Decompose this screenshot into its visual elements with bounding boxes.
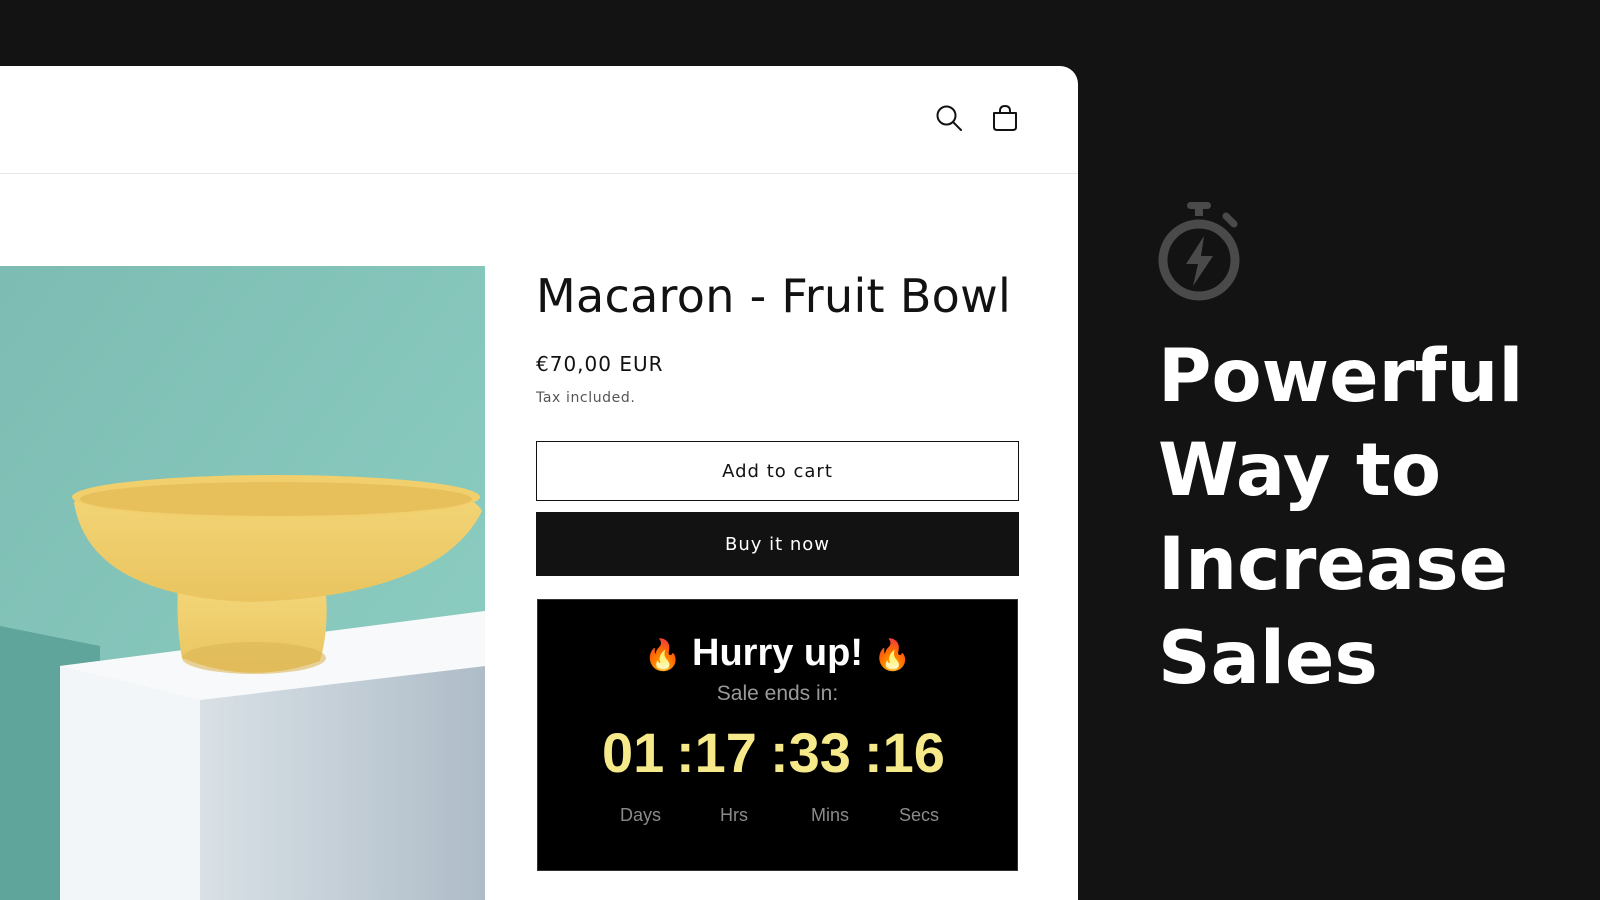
add-to-cart-button[interactable]: Add to cart (536, 441, 1019, 501)
countdown-label-days: Days (620, 805, 662, 825)
countdown-label-seconds: Secs (899, 805, 940, 825)
fire-icon: 🔥 (873, 638, 911, 673)
store-header (0, 66, 1078, 174)
product-image (0, 266, 485, 900)
countdown-subheading: Sale ends in: (716, 682, 839, 705)
countdown-heading: Hurry up! (692, 632, 863, 674)
countdown-minutes: :33 (770, 721, 851, 784)
promo-headline-line-1: Powerful (1158, 334, 1524, 419)
store-window: Macaron - Fruit Bowl €70,00 EUR Tax incl… (0, 66, 1078, 900)
stopwatch-lightning-icon (1156, 200, 1242, 302)
product-title: Macaron - Fruit Bowl (536, 269, 1012, 323)
cart-icon[interactable] (990, 103, 1020, 133)
promo-headline-line-3: Increase (1158, 522, 1509, 607)
countdown-digits: 01 :17 :33 :16 (538, 718, 1017, 788)
countdown-days: 01 (602, 721, 665, 784)
search-icon[interactable] (934, 103, 964, 133)
promo-headline-line-4: Sales (1158, 616, 1378, 701)
countdown-label-minutes: Mins (811, 805, 850, 825)
buy-now-button[interactable]: Buy it now (536, 512, 1019, 576)
countdown-timer: 🔥 Hurry up! 🔥 Sale ends in: 01 :17 :33 :… (537, 599, 1018, 871)
countdown-heading-row: 🔥 Hurry up! 🔥 (538, 632, 1017, 675)
promo-headline-line-2: Way to (1158, 428, 1441, 513)
countdown-hours: :17 (676, 721, 757, 784)
countdown-seconds: :16 (864, 721, 945, 784)
promo-headline: Powerful Way to Increase Sales (1158, 330, 1523, 706)
product-price: €70,00 EUR (536, 352, 664, 376)
countdown-label-hours: Hrs (720, 805, 748, 825)
fire-icon: 🔥 (644, 638, 682, 673)
tax-note: Tax included. (536, 390, 636, 406)
